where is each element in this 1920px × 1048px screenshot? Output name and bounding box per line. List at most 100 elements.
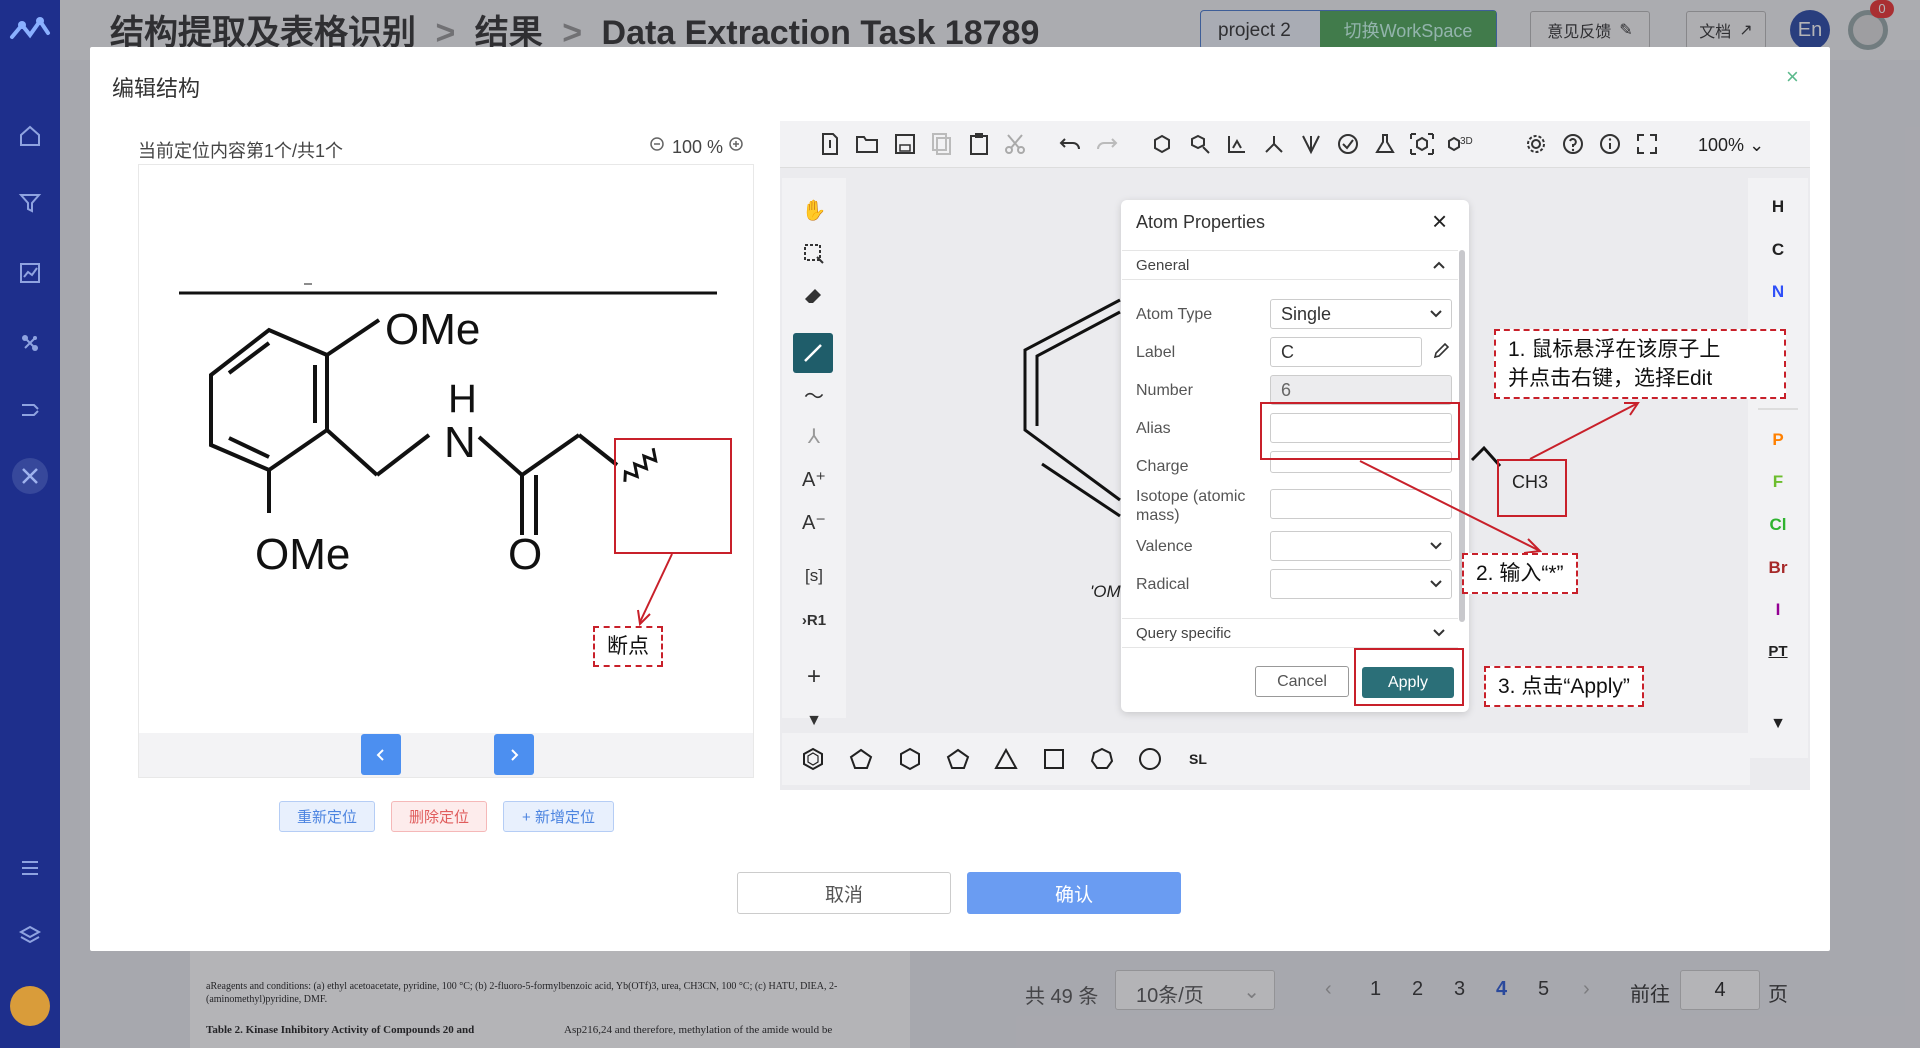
- workflow-icon[interactable]: [12, 392, 48, 428]
- user-avatar[interactable]: [10, 986, 50, 1026]
- element-cl[interactable]: Cl: [1748, 515, 1808, 535]
- 3d-view-icon[interactable]: 3D: [1446, 128, 1474, 160]
- annotation-arrows: [1359, 402, 1640, 554]
- zoom-out-icon[interactable]: [650, 137, 666, 158]
- atom-type-select[interactable]: Single: [1270, 299, 1452, 329]
- atom-type-value: Single: [1281, 304, 1332, 324]
- zoom-in-icon[interactable]: [729, 137, 745, 158]
- heptagon-template-icon[interactable]: [1086, 744, 1118, 774]
- element-h[interactable]: H: [1748, 197, 1808, 217]
- relocate-button[interactable]: 重新定位: [279, 801, 375, 832]
- structure-library-label: SL: [1189, 751, 1207, 767]
- expand-palette-icon[interactable]: ▼: [1748, 715, 1808, 733]
- settings-icon[interactable]: [1522, 128, 1550, 160]
- charge-plus-icon[interactable]: A⁺: [796, 461, 832, 497]
- periodic-table-button[interactable]: PT: [1748, 643, 1808, 660]
- radical-select[interactable]: [1270, 569, 1452, 599]
- cut-icon[interactable]: [1001, 128, 1029, 160]
- check-icon[interactable]: [1334, 128, 1362, 160]
- hand-tool-icon[interactable]: ✋: [796, 192, 832, 228]
- open-file-icon[interactable]: [853, 128, 881, 160]
- dearomatize-icon[interactable]: [1260, 128, 1288, 160]
- single-bond-tool[interactable]: [793, 333, 833, 373]
- square-template-icon[interactable]: [1038, 744, 1070, 774]
- modal-confirm-button[interactable]: 确认: [967, 872, 1181, 914]
- element-i[interactable]: I: [1748, 600, 1808, 620]
- layers-icon[interactable]: [12, 918, 48, 954]
- query-section-header[interactable]: Query specific: [1122, 618, 1458, 648]
- location-indicator: 当前定位内容第1个/共1个: [138, 141, 344, 161]
- help-icon[interactable]: [1559, 128, 1587, 160]
- editor-zoom-select[interactable]: 100% ⌄: [1698, 135, 1764, 156]
- step1-line2: 并点击右键，选择Edit: [1508, 367, 1713, 390]
- filter-icon[interactable]: [12, 185, 48, 221]
- clean-icon[interactable]: [1186, 128, 1214, 160]
- octagon-template-icon[interactable]: [1134, 744, 1166, 774]
- home-icon[interactable]: [12, 118, 48, 154]
- element-p[interactable]: P: [1748, 430, 1808, 450]
- charge-minus-icon[interactable]: A⁻: [796, 504, 832, 540]
- chart-icon[interactable]: [12, 255, 48, 291]
- add-tool-icon[interactable]: +: [796, 659, 832, 695]
- step2-callout: 2. 输入“*”: [1462, 553, 1578, 594]
- select-tool-icon[interactable]: [796, 236, 832, 272]
- hexagon-template-icon[interactable]: [894, 744, 926, 774]
- element-f[interactable]: F: [1748, 472, 1808, 492]
- next-location-button[interactable]: [494, 734, 534, 775]
- eraser-tool-icon[interactable]: [796, 278, 832, 314]
- recognize-icon[interactable]: [1408, 128, 1436, 160]
- dialog-title: Atom Properties: [1136, 212, 1266, 232]
- tools-icon[interactable]: [12, 458, 48, 494]
- aromatize-icon[interactable]: [1223, 128, 1251, 160]
- zoom-value: 100 %: [672, 137, 724, 157]
- add-location-button[interactable]: + 新增定位: [503, 801, 614, 832]
- sgroup-tool-icon[interactable]: [s]: [796, 558, 832, 594]
- prev-location-button[interactable]: [361, 734, 401, 775]
- stereo-icon[interactable]: [1297, 128, 1325, 160]
- label-field-label: Label: [1136, 344, 1176, 361]
- molecule-icon[interactable]: [12, 325, 48, 361]
- charge-tool-icon[interactable]: ⅄: [796, 418, 832, 454]
- chevron-down-icon: [1433, 629, 1445, 637]
- save-icon[interactable]: [891, 128, 919, 160]
- atom-type-label: Atom Type: [1136, 306, 1213, 323]
- pentagon-aromatic-icon[interactable]: [845, 744, 877, 774]
- pentagon-template-icon[interactable]: [942, 744, 974, 774]
- undo-icon[interactable]: [1056, 128, 1084, 160]
- element-c[interactable]: C: [1748, 240, 1808, 260]
- atom-label-ome-bottom: OMe: [255, 530, 351, 579]
- element-n[interactable]: N: [1748, 282, 1808, 302]
- breakpoint-callout: 断点: [593, 626, 663, 667]
- modal-close-icon[interactable]: ×: [1786, 64, 1799, 90]
- general-section-label: General: [1136, 257, 1190, 274]
- benzene-template-icon[interactable]: [797, 744, 829, 774]
- layout-icon[interactable]: [1148, 128, 1176, 160]
- app-logo-icon[interactable]: [8, 12, 52, 48]
- label-input[interactable]: C: [1270, 337, 1422, 367]
- editor-bottom-toolbar: [782, 733, 1750, 785]
- redo-icon[interactable]: [1093, 128, 1121, 160]
- new-file-icon[interactable]: [816, 128, 844, 160]
- general-section-header[interactable]: General: [1122, 250, 1458, 280]
- element-br[interactable]: Br: [1748, 558, 1808, 578]
- rgroup-tool-icon[interactable]: ›R1: [796, 602, 832, 638]
- chain-tool-icon[interactable]: 〜: [796, 376, 832, 412]
- calculate-icon[interactable]: [1371, 128, 1399, 160]
- paste-icon[interactable]: [965, 128, 993, 160]
- number-label: Number: [1136, 382, 1193, 399]
- dialog-cancel-button[interactable]: Cancel: [1255, 666, 1349, 697]
- chevron-right-icon: [511, 748, 519, 761]
- atom-label-carbonyl-o: O: [508, 530, 543, 579]
- structure-library-button[interactable]: SL: [1182, 744, 1214, 774]
- pencil-icon[interactable]: [1432, 342, 1450, 365]
- query-section-label: Query specific: [1136, 625, 1232, 642]
- info-icon[interactable]: [1596, 128, 1624, 160]
- modal-cancel-button[interactable]: 取消: [737, 872, 951, 914]
- list-icon[interactable]: [12, 850, 48, 886]
- copy-icon[interactable]: [928, 128, 956, 160]
- triangle-template-icon[interactable]: [990, 744, 1022, 774]
- dialog-close-icon[interactable]: ×: [1432, 206, 1447, 237]
- step1-line1: 1. 鼠标悬浮在该原子上: [1508, 338, 1721, 361]
- delete-location-button[interactable]: 删除定位: [391, 801, 487, 832]
- fullscreen-icon[interactable]: [1633, 128, 1661, 160]
